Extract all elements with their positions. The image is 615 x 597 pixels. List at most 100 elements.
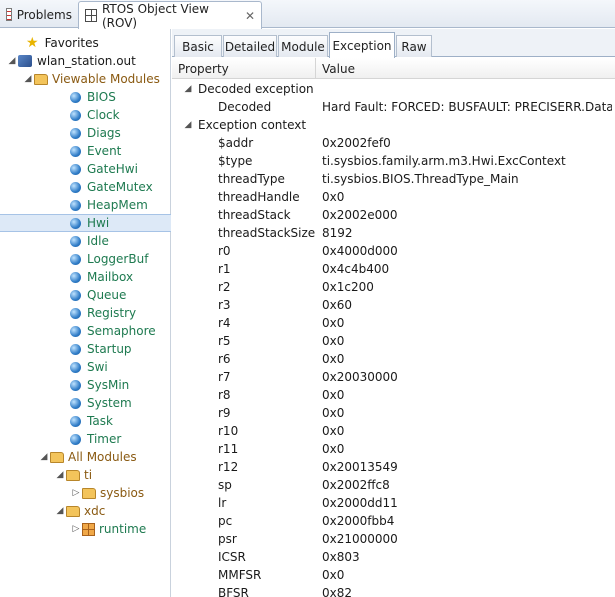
tree-item-module-mailbox[interactable]: Mailbox [0, 268, 171, 286]
value-cell: 8192 [322, 226, 353, 240]
table-row[interactable]: sp 0x2002ffc8 [172, 476, 615, 494]
table-row[interactable]: r11 0x0 [172, 440, 615, 458]
table-row[interactable]: pc 0x2000fbb4 [172, 512, 615, 530]
tree-item-module-heapmem[interactable]: HeapMem [0, 196, 171, 214]
expanded-arrow-icon[interactable]: ◢ [182, 84, 194, 94]
value-cell: 0x60 [322, 298, 353, 312]
tree-item-label: Favorites [44, 36, 99, 50]
expanded-arrow-icon[interactable]: ◢ [22, 74, 34, 84]
table-row[interactable]: r12 0x20013549 [172, 458, 615, 476]
value-cell: ti.sysbios.BIOS.ThreadType_Main [322, 172, 519, 186]
table-row[interactable]: MMFSR 0x0 [172, 566, 615, 584]
table-row[interactable]: threadHandle 0x0 [172, 188, 615, 206]
expanded-arrow-icon[interactable]: ◢ [54, 470, 66, 480]
table-row[interactable]: threadType ti.sysbios.BIOS.ThreadType_Mai… [172, 170, 615, 188]
tree-item-favorites[interactable]: ★ Favorites [0, 34, 171, 52]
tree-item-module-event[interactable]: Event [0, 142, 171, 160]
tree-item-module-clock[interactable]: Clock [0, 106, 171, 124]
group-row[interactable]: ◢ Decoded exception [172, 80, 615, 98]
tree-item-module-semaphore[interactable]: Semaphore [0, 322, 171, 340]
tree-item-label: Diags [87, 126, 121, 140]
tree-item-ti[interactable]: ◢ ti [0, 466, 171, 484]
tree-item-module-registry[interactable]: Registry [0, 304, 171, 322]
group-label: Exception context [198, 118, 307, 132]
value-cell: 0x82 [322, 586, 353, 597]
tree-item-module-gatemutex[interactable]: GateMutex [0, 178, 171, 196]
subtab-module[interactable]: Module [278, 35, 328, 57]
tree-item-module-loggerbuf[interactable]: LoggerBuf [0, 250, 171, 268]
subtab-basic[interactable]: Basic [174, 35, 222, 57]
module-icon [70, 163, 81, 175]
tree-item-module-bios[interactable]: BIOS [0, 88, 171, 106]
table-row[interactable]: r3 0x60 [172, 296, 615, 314]
tree-item-module-timer[interactable]: Timer [0, 430, 171, 448]
tab-rov[interactable]: RTOS Object View (ROV) ✕ [78, 1, 262, 30]
group-row[interactable]: ◢ Exception context [172, 116, 615, 134]
tree-item-viewable-modules[interactable]: ◢ Viewable Modules [0, 70, 171, 88]
table-row[interactable]: r1 0x4c4b400 [172, 260, 615, 278]
property-cell: r2 [218, 280, 231, 294]
table-row[interactable]: r4 0x0 [172, 314, 615, 332]
table-row[interactable]: threadStack 0x2002e000 [172, 206, 615, 224]
expanded-arrow-icon[interactable]: ◢ [182, 120, 194, 130]
tree-item-xdc[interactable]: ◢ xdc [0, 502, 171, 520]
value-cell: 0x803 [322, 550, 360, 564]
expanded-arrow-icon[interactable]: ◢ [38, 452, 50, 462]
module-icon [70, 181, 81, 193]
tree-item-module-diags[interactable]: Diags [0, 124, 171, 142]
table-row[interactable]: psr 0x21000000 [172, 530, 615, 548]
tree-item-module-task[interactable]: Task [0, 412, 171, 430]
table-row[interactable]: r0 0x4000d000 [172, 242, 615, 260]
tree-item-label: Hwi [87, 216, 110, 230]
expanded-arrow-icon[interactable]: ◢ [6, 56, 18, 66]
table-row[interactable]: ICSR 0x803 [172, 548, 615, 566]
subtab-exception[interactable]: Exception [329, 32, 395, 58]
tree-item-module-queue[interactable]: Queue [0, 286, 171, 304]
column-header-value[interactable]: Value [316, 58, 615, 79]
table-row[interactable]: BFSR 0x82 [172, 584, 615, 597]
subtab-detailed[interactable]: Detailed [223, 35, 277, 57]
tree-item-target[interactable]: ◢ wlan_station.out [0, 52, 171, 70]
tree-item-module-swi[interactable]: Swi [0, 358, 171, 376]
tree-item-label: System [87, 396, 132, 410]
table-row[interactable]: threadStackSize 8192 [172, 224, 615, 242]
tree-item-module-sysmin[interactable]: SysMin [0, 376, 171, 394]
table-row[interactable]: $addr 0x2002fef0 [172, 134, 615, 152]
package-folder-icon [66, 505, 80, 517]
close-icon[interactable]: ✕ [245, 9, 255, 23]
collapsed-arrow-icon[interactable]: ▷ [70, 488, 82, 498]
table-row[interactable]: r7 0x20030000 [172, 368, 615, 386]
tree-item-all-modules[interactable]: ◢ All Modules [0, 448, 171, 466]
table-row[interactable]: r2 0x1c200 [172, 278, 615, 296]
tree-item-module-gatehwi[interactable]: GateHwi [0, 160, 171, 178]
collapsed-arrow-icon[interactable]: ▷ [70, 524, 82, 534]
package-folder-icon [66, 469, 80, 481]
subtab-raw[interactable]: Raw [396, 35, 432, 57]
table-row[interactable]: r10 0x0 [172, 422, 615, 440]
tree-item-runtime[interactable]: ▷ runtime [0, 520, 171, 538]
tree-item-module-system[interactable]: System [0, 394, 171, 412]
table-row[interactable]: r8 0x0 [172, 386, 615, 404]
tree-item-label: wlan_station.out [37, 54, 136, 68]
package-folder-icon [82, 487, 96, 499]
table-row[interactable]: r9 0x0 [172, 404, 615, 422]
column-header-property[interactable]: Property [172, 58, 316, 79]
property-cell: r0 [218, 244, 231, 258]
expanded-arrow-icon[interactable]: ◢ [54, 506, 66, 516]
property-cell: $addr [218, 136, 254, 150]
property-cell: lr [218, 496, 227, 510]
tree-item-module-hwi[interactable]: Hwi [0, 214, 171, 232]
value-cell: 0x0 [322, 424, 345, 438]
table-row[interactable]: r5 0x0 [172, 332, 615, 350]
property-cell: r5 [218, 334, 231, 348]
tree-item-module-startup[interactable]: Startup [0, 340, 171, 358]
tree-item-module-idle[interactable]: Idle [0, 232, 171, 250]
tree-item-sysbios[interactable]: ▷ sysbios [0, 484, 171, 502]
tree-item-label: Startup [87, 342, 132, 356]
table-row[interactable]: lr 0x2000dd11 [172, 494, 615, 512]
table-row[interactable]: $type ti.sysbios.family.arm.m3.Hwi.ExcCon… [172, 152, 615, 170]
tab-problems[interactable]: Problems [0, 1, 78, 28]
module-icon [70, 415, 81, 427]
table-row[interactable]: Decoded Hard Fault: FORCED: BUSFAULT: PRE… [172, 98, 615, 116]
table-row[interactable]: r6 0x0 [172, 350, 615, 368]
